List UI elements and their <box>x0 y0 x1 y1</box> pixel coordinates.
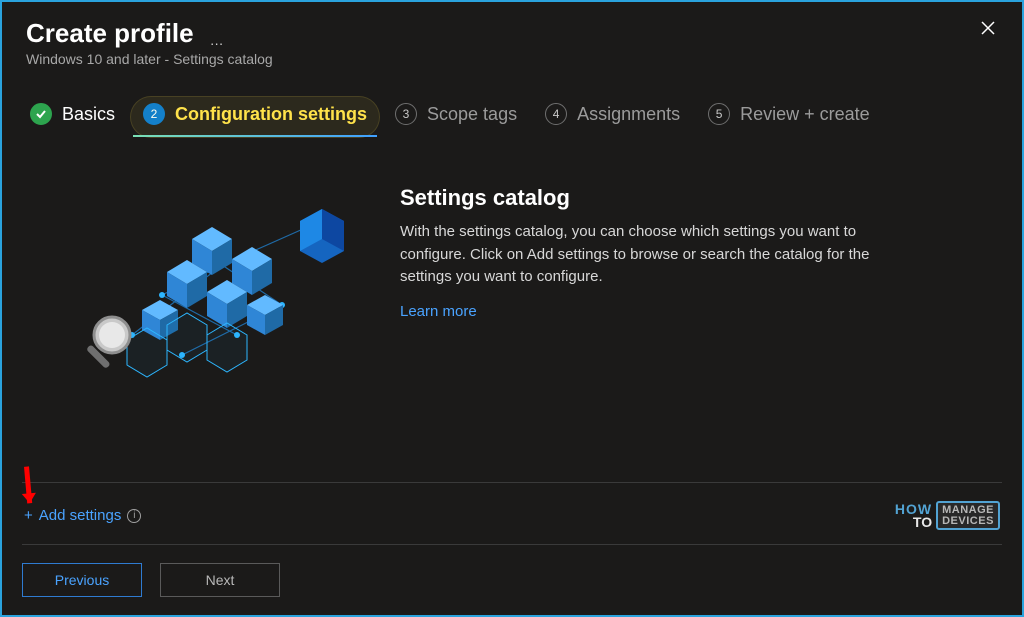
more-actions-button[interactable]: … <box>210 32 226 48</box>
page-subtitle: Windows 10 and later - Settings catalog <box>26 51 972 67</box>
catalog-illustration <box>72 185 372 390</box>
page-title: Create profile <box>26 18 194 49</box>
magnifier-icon <box>86 317 130 369</box>
step-number-icon: 4 <box>545 103 567 125</box>
step-number-icon: 3 <box>395 103 417 125</box>
step-number-icon: 2 <box>143 103 165 125</box>
previous-button[interactable]: Previous <box>22 563 142 597</box>
wizard-footer: Previous Next <box>2 545 1022 615</box>
info-icon[interactable]: i <box>127 509 141 523</box>
step-configuration-settings[interactable]: 2 Configuration settings <box>143 103 367 135</box>
panel-header: Create profile … Windows 10 and later - … <box>2 2 1022 75</box>
step-scope-tags[interactable]: 3 Scope tags <box>395 103 517 135</box>
wizard-steps: Basics 2 Configuration settings 3 Scope … <box>2 75 1022 135</box>
learn-more-link[interactable]: Learn more <box>400 303 477 320</box>
step-label: Scope tags <box>427 104 517 125</box>
content-heading: Settings catalog <box>400 185 920 211</box>
empty-state: Settings catalog With the settings catal… <box>2 135 1022 482</box>
next-button[interactable]: Next <box>160 563 280 597</box>
checkmark-icon <box>30 103 52 125</box>
step-assignments[interactable]: 4 Assignments <box>545 103 680 135</box>
step-basics[interactable]: Basics <box>30 103 115 135</box>
add-settings-button[interactable]: + Add settings i <box>24 507 141 524</box>
add-settings-label: Add settings <box>39 507 122 524</box>
step-number-icon: 5 <box>708 103 730 125</box>
step-review-create[interactable]: 5 Review + create <box>708 103 870 135</box>
watermark-logo: HOW TO MANAGE DEVICES <box>895 501 1000 530</box>
close-button[interactable] <box>972 12 1004 44</box>
step-label: Review + create <box>740 104 870 125</box>
content-description: With the settings catalog, you can choos… <box>400 221 920 289</box>
step-label: Configuration settings <box>175 104 367 125</box>
step-label: Assignments <box>577 104 680 125</box>
step-label: Basics <box>62 104 115 125</box>
close-icon <box>980 20 996 36</box>
